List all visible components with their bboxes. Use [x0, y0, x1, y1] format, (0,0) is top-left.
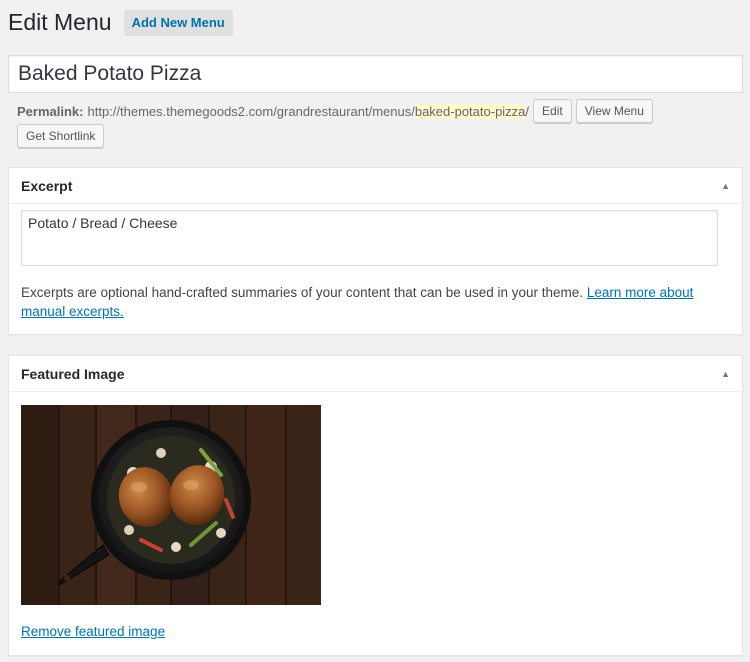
- arrow-up-icon[interactable]: ▲: [721, 369, 730, 379]
- permalink-base: http://themes.themegoods2.com/grandresta…: [87, 103, 415, 119]
- page-header: Edit Menu Add New Menu: [8, 8, 233, 37]
- permalink-row: Permalink: http://themes.themegoods2.com…: [17, 99, 653, 123]
- permalink-label: Permalink:: [17, 103, 84, 119]
- excerpt-help-text: Excerpts are optional hand-crafted summa…: [21, 285, 584, 300]
- page-title: Edit Menu: [8, 9, 112, 35]
- edit-slug-button[interactable]: Edit: [533, 99, 572, 123]
- featured-image-header[interactable]: Featured Image ▲: [9, 356, 742, 392]
- excerpt-box: Excerpt ▲ Potato / Bread / Cheese Excerp…: [8, 167, 743, 335]
- excerpt-header[interactable]: Excerpt ▲: [9, 168, 742, 204]
- excerpt-textarea[interactable]: Potato / Bread / Cheese: [21, 210, 718, 266]
- excerpt-title: Excerpt: [21, 177, 73, 194]
- arrow-up-icon[interactable]: ▲: [721, 181, 730, 191]
- view-menu-button[interactable]: View Menu: [575, 99, 653, 123]
- permalink-trail: /: [525, 103, 530, 119]
- excerpt-help: Excerpts are optional hand-crafted summa…: [21, 283, 731, 321]
- featured-image-thumbnail[interactable]: [21, 405, 321, 605]
- featured-image-title: Featured Image: [21, 365, 125, 382]
- post-title-input[interactable]: Baked Potato Pizza: [8, 55, 743, 93]
- add-new-menu-button[interactable]: Add New Menu: [123, 9, 233, 36]
- remove-featured-image-link[interactable]: Remove featured image: [21, 624, 165, 639]
- permalink-slug[interactable]: baked-potato-pizza: [414, 103, 526, 119]
- get-shortlink-button[interactable]: Get Shortlink: [17, 124, 105, 148]
- featured-image-box: Featured Image ▲ Remove featured image: [8, 355, 743, 656]
